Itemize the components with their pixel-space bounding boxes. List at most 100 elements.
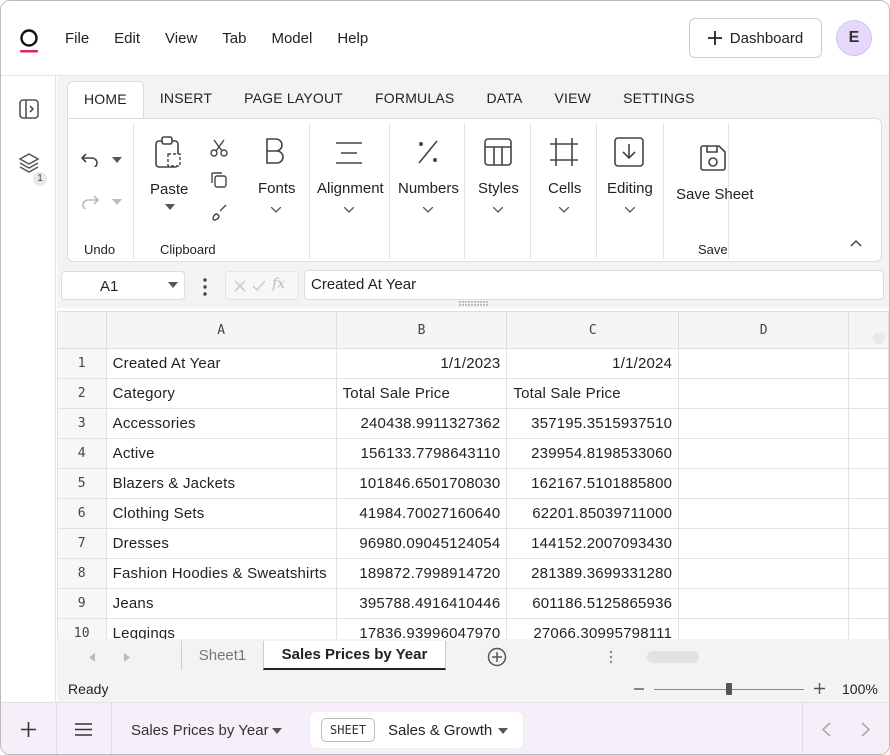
tab-home[interactable]: HOME: [67, 81, 144, 119]
redo-icon[interactable]: [80, 193, 100, 209]
cell-c[interactable]: 1/1/2024: [506, 348, 680, 379]
column-header-d[interactable]: D: [678, 311, 850, 349]
confirm-formula-icon[interactable]: [252, 280, 266, 292]
menu-list-icon[interactable]: [75, 723, 92, 736]
cell-c[interactable]: Total Sale Price: [506, 378, 680, 409]
format-painter-icon[interactable]: [210, 203, 228, 221]
menu-file[interactable]: File: [65, 30, 89, 47]
cell-a[interactable]: Jeans: [105, 588, 337, 619]
add-icon[interactable]: [21, 722, 36, 737]
cell-a[interactable]: Active: [105, 438, 337, 469]
cell-d[interactable]: [678, 528, 850, 559]
tab-data[interactable]: DATA: [470, 81, 538, 119]
row-header[interactable]: 1: [57, 348, 107, 379]
cell-b[interactable]: 156133.7798643110: [335, 438, 508, 469]
cells-icon[interactable]: [549, 137, 579, 167]
tab-view[interactable]: VIEW: [539, 81, 608, 119]
row-header[interactable]: 2: [57, 378, 107, 409]
column-header-e[interactable]: [848, 311, 889, 349]
next-sheet-icon[interactable]: [124, 653, 130, 662]
fonts-dropdown-icon[interactable]: [271, 207, 281, 213]
cells-button[interactable]: Cells: [548, 180, 581, 197]
cell-e[interactable]: [848, 348, 889, 379]
cell-b[interactable]: 1/1/2023: [335, 348, 508, 379]
cell-c[interactable]: 162167.5101885800: [506, 468, 680, 499]
cell-c[interactable]: 601186.5125865936: [506, 588, 680, 619]
cell-d[interactable]: [678, 588, 850, 619]
cell-b[interactable]: 240438.9911327362: [335, 408, 508, 439]
cell-c[interactable]: 357195.3515937510: [506, 408, 680, 439]
cell-d[interactable]: [678, 498, 850, 529]
zoom-slider-thumb[interactable]: [726, 683, 732, 695]
avatar[interactable]: E: [836, 20, 872, 56]
cell-d[interactable]: [678, 618, 850, 639]
cell-e[interactable]: [848, 378, 889, 409]
paste-icon[interactable]: [154, 136, 184, 170]
row-header[interactable]: 10: [57, 618, 107, 639]
cancel-formula-icon[interactable]: [234, 280, 246, 292]
cell-e[interactable]: [848, 408, 889, 439]
menu-model[interactable]: Model: [271, 30, 312, 47]
row-header[interactable]: 6: [57, 498, 107, 529]
row-header[interactable]: 5: [57, 468, 107, 499]
cell-e[interactable]: [848, 498, 889, 529]
save-disk-icon[interactable]: [698, 143, 728, 173]
cell-c[interactable]: 281389.3699331280: [506, 558, 680, 589]
cell-d[interactable]: [678, 378, 850, 409]
alignment-icon[interactable]: [334, 141, 364, 165]
cell-e[interactable]: [848, 528, 889, 559]
row-header[interactable]: 9: [57, 588, 107, 619]
cell-a[interactable]: Accessories: [105, 408, 337, 439]
cell-b[interactable]: 395788.4916410446: [335, 588, 508, 619]
vertical-scrollbar[interactable]: [873, 332, 885, 344]
cell-c[interactable]: 27066.30995798111: [506, 618, 680, 639]
cell-d[interactable]: [678, 408, 850, 439]
column-header-c[interactable]: C: [506, 311, 680, 349]
save-sheet-button[interactable]: Save Sheet: [676, 186, 754, 203]
workbook-dropdown-icon[interactable]: [272, 728, 282, 734]
column-header-a[interactable]: A: [105, 311, 337, 349]
cell-e[interactable]: [848, 468, 889, 499]
menu-edit[interactable]: Edit: [114, 30, 140, 47]
editing-download-icon[interactable]: [613, 136, 645, 168]
row-header[interactable]: 3: [57, 408, 107, 439]
menu-tab[interactable]: Tab: [222, 30, 246, 47]
cut-icon[interactable]: [210, 139, 228, 157]
cell-e[interactable]: [848, 588, 889, 619]
workbook-selector[interactable]: Sales Prices by Year: [131, 722, 269, 739]
cell-d[interactable]: [678, 438, 850, 469]
alignment-button[interactable]: Alignment: [317, 180, 384, 197]
sheet-tab-sales-prices-by-year[interactable]: Sales Prices by Year: [263, 641, 446, 670]
cell-a[interactable]: Dresses: [105, 528, 337, 559]
corner-cell[interactable]: [57, 311, 107, 349]
redo-dropdown-icon[interactable]: [112, 199, 122, 205]
cell-e[interactable]: [848, 618, 889, 639]
paste-dropdown-icon[interactable]: [165, 204, 175, 210]
cell-b[interactable]: 189872.7998914720: [335, 558, 508, 589]
prev-page-icon[interactable]: [822, 722, 831, 737]
spreadsheet-grid[interactable]: A B C D 1 Created At Year 1/1/2023 1/1/2024…: [57, 311, 889, 639]
cell-b[interactable]: Total Sale Price: [335, 378, 508, 409]
cell-b[interactable]: 41984.70027160640: [335, 498, 508, 529]
menu-help[interactable]: Help: [337, 30, 368, 47]
styles-button[interactable]: Styles: [478, 180, 519, 197]
cells-dropdown-icon[interactable]: [559, 207, 569, 213]
formula-input[interactable]: Created At Year: [304, 270, 884, 300]
column-header-b[interactable]: B: [335, 311, 508, 349]
undo-dropdown-icon[interactable]: [112, 157, 122, 163]
fonts-button[interactable]: Fonts: [258, 180, 296, 197]
cell-e[interactable]: [848, 558, 889, 589]
numbers-button[interactable]: Numbers: [398, 180, 459, 197]
horizontal-scrollbar[interactable]: [647, 651, 699, 663]
more-options-icon[interactable]: [199, 277, 211, 297]
menu-view[interactable]: View: [165, 30, 197, 47]
next-page-icon[interactable]: [861, 722, 870, 737]
sidebar-toggle-icon[interactable]: [18, 98, 40, 120]
sheet-selector-dropdown-icon[interactable]: [498, 728, 508, 734]
styles-table-icon[interactable]: [483, 137, 513, 167]
editing-dropdown-icon[interactable]: [625, 207, 635, 213]
prev-sheet-icon[interactable]: [89, 653, 95, 662]
name-box[interactable]: A1: [61, 271, 185, 300]
numbers-percent-icon[interactable]: [415, 139, 441, 165]
cell-c[interactable]: 62201.85039711000: [506, 498, 680, 529]
